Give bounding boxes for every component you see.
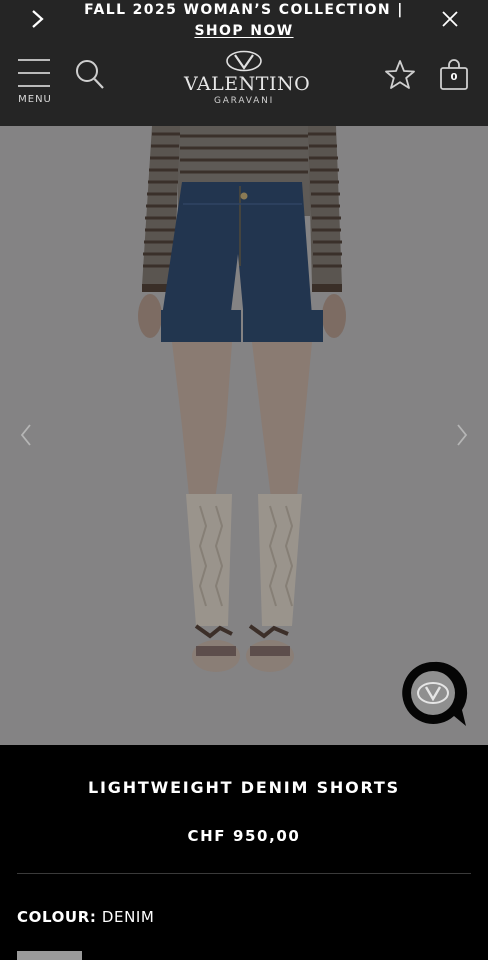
colour-label: COLOUR:	[17, 908, 97, 926]
announcement-text: FALL 2025 WOMAN’S COLLECTION |	[84, 2, 404, 18]
brand-logo[interactable]: VALENTINO GARAVANI	[184, 50, 311, 114]
colour-value: DENIM	[96, 908, 155, 926]
vlogo-icon	[226, 50, 262, 72]
product-photo	[0, 126, 488, 745]
colour-swatch[interactable]	[17, 951, 82, 960]
announcement-bar: FALL 2025 WOMAN’S COLLECTION | SHOP NOW	[0, 0, 488, 42]
product-title: LIGHTWEIGHT DENIM SHORTS	[88, 778, 400, 797]
brand-subname: GARAVANI	[213, 96, 275, 106]
gallery-prev-arrow-icon[interactable]	[14, 421, 38, 449]
chat-assistant-icon[interactable]	[400, 660, 468, 728]
menu-label: MENU	[18, 94, 52, 105]
shopping-bag-button[interactable]: 0	[439, 58, 469, 92]
search-icon[interactable]	[74, 58, 106, 92]
menu-button[interactable]: MENU	[16, 58, 54, 110]
divider	[17, 873, 471, 874]
shop-now-link[interactable]: SHOP NOW	[194, 23, 293, 39]
site-header: MENU VALENTINO GARAVANI 0	[0, 42, 488, 126]
bag-count: 0	[450, 72, 458, 83]
announcement-message: FALL 2025 WOMAN’S COLLECTION | SHOP NOW	[64, 0, 424, 42]
product-image-gallery[interactable]	[0, 126, 488, 745]
colour-row: COLOUR: DENIM	[17, 908, 154, 926]
product-price: CHF 950,00	[187, 827, 301, 845]
gallery-next-arrow-icon[interactable]	[450, 421, 474, 449]
product-info: LIGHTWEIGHT DENIM SHORTS CHF 950,00 COLO…	[0, 745, 488, 960]
star-icon[interactable]	[383, 58, 417, 92]
hamburger-icon	[18, 59, 50, 87]
brand-name: VALENTINO	[184, 73, 311, 95]
close-icon[interactable]	[439, 8, 461, 30]
chevron-right-icon[interactable]	[28, 8, 48, 30]
